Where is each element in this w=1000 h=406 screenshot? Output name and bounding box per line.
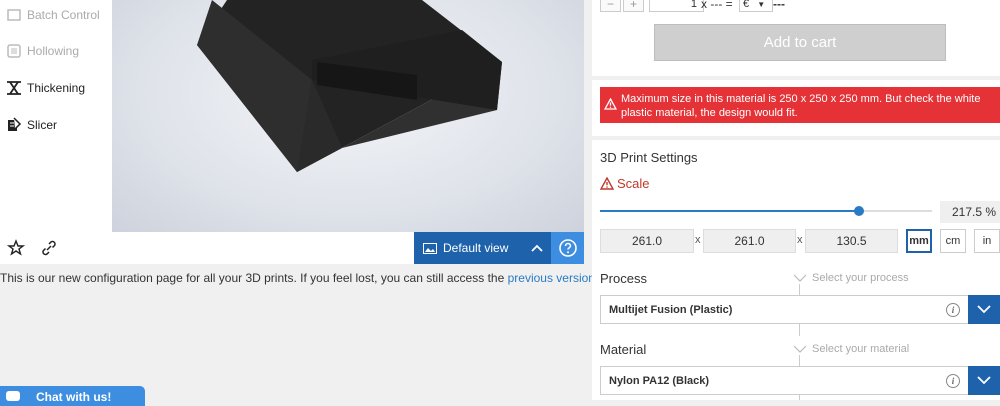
- default-view-button[interactable]: Default view: [414, 232, 551, 264]
- material-value: Nylon PA12 (Black): [609, 375, 710, 387]
- dimension-separator: x: [695, 234, 701, 246]
- scale-percent-unit: %: [985, 205, 996, 219]
- total-price: ---: [773, 0, 785, 11]
- process-value: Multijet Fusion (Plastic): [609, 304, 733, 316]
- dimension-x-input[interactable]: 261.0: [600, 229, 694, 253]
- quantity-plus-button[interactable]: +: [623, 0, 644, 12]
- warning-icon: [604, 98, 617, 110]
- scale-label-text: Scale: [617, 176, 650, 191]
- chevron-up-icon: [531, 244, 543, 252]
- divider: [799, 395, 800, 400]
- tools-sidebar: Batch Control Hollowing Thickening Slice…: [0, 0, 112, 232]
- sidebar-item-thickening[interactable]: Thickening: [6, 78, 85, 98]
- quantity-input[interactable]: 1: [649, 0, 704, 12]
- hollowing-icon: [7, 44, 21, 58]
- material-placeholder: Select your material: [812, 343, 910, 355]
- process-dropdown-button[interactable]: [968, 295, 1000, 324]
- sidebar-item-label: Hollowing: [27, 44, 80, 58]
- divider: [799, 355, 800, 366]
- info-text: This is our new configuration page for a…: [0, 271, 505, 285]
- dimension-separator: x: [797, 234, 803, 246]
- material-info-icon[interactable]: i: [946, 374, 960, 388]
- divider: [799, 284, 800, 295]
- dimension-z-input[interactable]: 130.5: [805, 229, 898, 253]
- divider: [799, 324, 800, 336]
- thickening-icon: [7, 81, 21, 95]
- scale-slider-thumb[interactable]: [853, 206, 864, 216]
- print-settings-panel: [592, 140, 1000, 400]
- unit-in-button[interactable]: in: [974, 229, 1000, 253]
- chat-button[interactable]: Chat with us!: [0, 386, 145, 406]
- chevron-down-icon: [793, 345, 807, 353]
- chevron-down-icon: [977, 376, 991, 385]
- scale-percent-input[interactable]: 217.5 %: [940, 201, 1000, 223]
- material-select[interactable]: Nylon PA12 (Black) i: [600, 366, 1000, 395]
- question-icon: [558, 239, 577, 257]
- process-select[interactable]: Multijet Fusion (Plastic) i: [600, 295, 1000, 324]
- sidebar-item-label: Slicer: [27, 118, 58, 132]
- unit-mm-button[interactable]: mm: [906, 229, 932, 253]
- model-render: [197, 0, 502, 172]
- currency-value: €: [743, 0, 750, 10]
- previous-version-link[interactable]: previous version: [508, 271, 595, 285]
- batch-control-icon: [7, 9, 21, 21]
- settings-title: 3D Print Settings: [600, 150, 698, 165]
- price-equation: x --- =: [701, 0, 733, 11]
- currency-arrow-icon: ▼: [757, 0, 766, 9]
- sidebar-item-hollowing[interactable]: Hollowing: [6, 41, 79, 61]
- process-label: Process: [600, 271, 647, 286]
- process-placeholder: Select your process: [812, 272, 909, 284]
- scale-percent-value: 217.5: [951, 205, 982, 219]
- sidebar-item-label: Thickening: [27, 81, 86, 95]
- material-dropdown-button[interactable]: [968, 366, 1000, 395]
- warning-icon: [600, 177, 614, 190]
- unit-cm-button[interactable]: cm: [940, 229, 966, 253]
- model-viewport[interactable]: [112, 0, 584, 232]
- chat-label: Chat with us!: [36, 390, 112, 404]
- link-icon[interactable]: [40, 239, 58, 257]
- process-info-icon[interactable]: i: [946, 303, 960, 317]
- currency-select[interactable]: € ▼: [739, 0, 773, 12]
- slicer-icon: [8, 117, 22, 131]
- view-label: Default view: [443, 241, 509, 255]
- sidebar-item-batch-control[interactable]: Batch Control: [6, 5, 100, 25]
- material-label: Material: [600, 342, 647, 357]
- scale-label: Scale: [600, 176, 650, 191]
- sidebar-item-slicer[interactable]: Slicer: [6, 115, 57, 135]
- sidebar-item-label: Batch Control: [27, 8, 100, 22]
- help-button[interactable]: [551, 232, 584, 264]
- dimension-y-input[interactable]: 261.0: [703, 229, 796, 253]
- add-to-cart-button[interactable]: Add to cart: [654, 24, 946, 61]
- chevron-down-icon: [793, 274, 807, 282]
- chevron-down-icon: [977, 305, 991, 314]
- image-icon: [423, 242, 437, 254]
- alert-message: Maximum size in this material is 250 x 2…: [621, 93, 981, 119]
- scale-slider-fill: [600, 210, 859, 212]
- star-icon[interactable]: [7, 239, 25, 257]
- info-message: This is our new configuration page for a…: [0, 271, 595, 285]
- size-alert: Maximum size in this material is 250 x 2…: [600, 87, 1000, 123]
- quantity-minus-button[interactable]: −: [600, 0, 621, 12]
